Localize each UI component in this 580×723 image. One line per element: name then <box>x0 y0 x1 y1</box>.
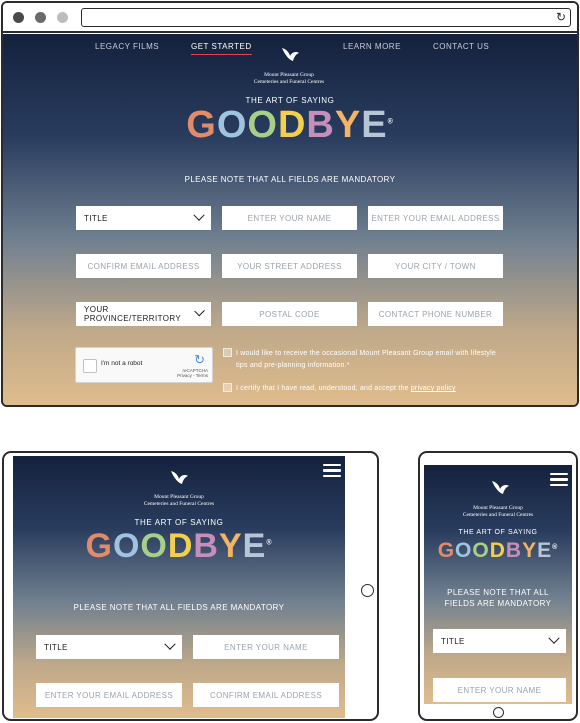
certify-text: I certify that I have read, understood, … <box>236 383 516 395</box>
title-select[interactable]: TITLE <box>433 629 566 653</box>
brand-line-2: Cemeteries and Funeral Centres <box>253 79 325 85</box>
mandatory-notice: PLEASE NOTE THAT ALL FIELDS ARE MANDATOR… <box>73 603 285 612</box>
recaptcha-checkbox[interactable] <box>83 359 97 373</box>
headline-letter: E <box>361 104 388 146</box>
headline-letter: B <box>193 527 219 565</box>
postal-code-input[interactable]: POSTAL CODE <box>222 302 357 326</box>
recaptcha-widget: I'm not a robot ↻ reCAPTCHA Privacy - Te… <box>75 347 213 383</box>
phone-input[interactable]: CONTACT PHONE NUMBER <box>368 302 503 326</box>
headline-letter: G <box>85 527 113 565</box>
headline-letter: G <box>186 104 217 146</box>
headline-letter: E <box>242 527 267 565</box>
nav-get-started[interactable]: GET STARTED <box>191 42 252 55</box>
headline-letter: O <box>112 527 141 565</box>
privacy-policy-link[interactable]: privacy policy <box>411 385 456 392</box>
chevron-down-icon <box>164 638 176 650</box>
goodbye-headline: GOODBYE® <box>59 527 299 566</box>
reload-icon[interactable]: ↻ <box>556 11 566 24</box>
email-consent-checkbox[interactable] <box>223 348 232 357</box>
brand-name: Mount Pleasant Group Cemeteries and Fune… <box>233 72 345 86</box>
trademark-symbol: ® <box>387 118 394 126</box>
brand-line-1: Mount Pleasant Group <box>154 494 204 500</box>
tablet-home-button[interactable] <box>361 584 374 597</box>
brand-line-2: Cemeteries and Funeral Centres <box>462 512 534 518</box>
nav-contact-us[interactable]: CONTACT US <box>433 42 489 51</box>
desktop-browser-frame: ↻ LEGACY FILMS GET STARTED LEARN MORE CO… <box>1 1 579 407</box>
headline-letter: D <box>489 539 506 562</box>
title-select[interactable]: TITLE <box>76 206 211 230</box>
address-bar[interactable]: ↻ <box>81 8 571 27</box>
browser-toolbar: ↻ <box>3 3 577 33</box>
tagline: THE ART OF SAYING <box>458 529 538 536</box>
name-input[interactable]: ENTER YOUR NAME <box>222 206 357 230</box>
brand-name: Mount Pleasant Group Cemeteries and Fune… <box>442 505 554 519</box>
tablet-frame: Mount Pleasant Group Cemeteries and Fune… <box>2 451 379 721</box>
certify-checkbox[interactable] <box>223 383 232 392</box>
tagline: THE ART OF SAYING <box>134 518 224 527</box>
headline-letter: O <box>455 539 473 562</box>
name-input[interactable]: ENTER YOUR NAME <box>193 635 339 659</box>
mobile-page: Mount Pleasant Group Cemeteries and Fune… <box>424 465 572 704</box>
headline-letter: O <box>140 527 168 565</box>
trademark-symbol: ® <box>266 539 273 547</box>
chevron-down-icon <box>193 209 205 221</box>
email-consent-text: I would like to receive the occasional M… <box>236 350 496 369</box>
title-select-label: TITLE <box>441 636 465 646</box>
goodbye-headline: GOODBYE® <box>140 104 440 147</box>
window-close-dot[interactable] <box>13 12 24 23</box>
headline-letter: O <box>216 104 248 146</box>
window-minimize-dot[interactable] <box>35 12 46 23</box>
province-select-label: YOUR PROVINCE/TERRITORY <box>84 305 182 323</box>
dove-logo-icon[interactable] <box>489 479 511 497</box>
headline-letter: Y <box>334 104 362 146</box>
dove-logo-icon[interactable] <box>279 46 301 64</box>
name-input[interactable]: ENTER YOUR NAME <box>433 678 566 702</box>
headline-letter: B <box>505 539 523 562</box>
brand-line-1: Mount Pleasant Group <box>473 505 523 511</box>
headline-letter: D <box>277 104 307 146</box>
nav-legacy-films[interactable]: LEGACY FILMS <box>95 42 159 51</box>
headline-letter: O <box>247 104 278 146</box>
goodbye-headline: GOODBYE® <box>428 539 568 563</box>
hamburger-menu-icon[interactable] <box>323 464 341 477</box>
brand-line-1: Mount Pleasant Group <box>264 72 314 78</box>
email-input[interactable]: ENTER YOUR EMAIL ADDRESS <box>368 206 503 230</box>
headline-letter: E <box>537 539 553 562</box>
province-select[interactable]: YOUR PROVINCE/TERRITORY <box>76 302 211 326</box>
window-maximize-dot[interactable] <box>57 12 68 23</box>
recaptcha-brand: reCAPTCHA Privacy - Terms <box>177 368 208 378</box>
recaptcha-logo-icon: ↻ <box>194 352 205 367</box>
trademark-symbol: ® <box>552 544 559 551</box>
title-select[interactable]: TITLE <box>36 635 182 659</box>
dove-logo-icon[interactable] <box>168 469 190 487</box>
headline-letter: O <box>472 539 490 562</box>
street-input[interactable]: YOUR STREET ADDRESS <box>222 254 357 278</box>
hamburger-menu-icon[interactable] <box>550 473 568 486</box>
email-input[interactable]: ENTER YOUR EMAIL ADDRESS <box>36 683 182 707</box>
certify-label: I certify that I have read, understood, … <box>236 385 409 392</box>
nav-learn-more[interactable]: LEARN MORE <box>343 42 401 51</box>
headline-letter: D <box>167 527 194 565</box>
title-select-label: TITLE <box>84 213 108 223</box>
chevron-down-icon <box>548 632 560 644</box>
recaptcha-label: I'm not a robot <box>101 360 143 367</box>
mandatory-notice: PLEASE NOTE THAT ALL FIELDS ARE MANDATOR… <box>444 588 552 608</box>
brand-line-2: Cemeteries and Funeral Centres <box>143 501 215 507</box>
desktop-page: LEGACY FILMS GET STARTED LEARN MORE CONT… <box>3 34 577 405</box>
confirm-email-input[interactable]: CONFIRM EMAIL ADDRESS <box>193 683 339 707</box>
headline-letter: G <box>437 539 456 562</box>
headline-letter: B <box>306 104 335 146</box>
city-input[interactable]: YOUR CITY / TOWN <box>368 254 503 278</box>
mandatory-notice: PLEASE NOTE THAT ALL FIELDS ARE MANDATOR… <box>184 175 396 184</box>
mobile-frame: Mount Pleasant Group Cemeteries and Fune… <box>418 451 578 721</box>
tablet-page: Mount Pleasant Group Cemeteries and Fune… <box>13 456 345 718</box>
confirm-email-input[interactable]: CONFIRM EMAIL ADDRESS <box>76 254 211 278</box>
headline-letter: Y <box>218 527 243 565</box>
title-select-label: TITLE <box>44 642 68 652</box>
recaptcha-links[interactable]: Privacy - Terms <box>177 373 208 378</box>
brand-name: Mount Pleasant Group Cemeteries and Fune… <box>123 494 235 508</box>
headline-letter: Y <box>522 539 538 562</box>
mobile-home-button[interactable] <box>493 707 504 718</box>
